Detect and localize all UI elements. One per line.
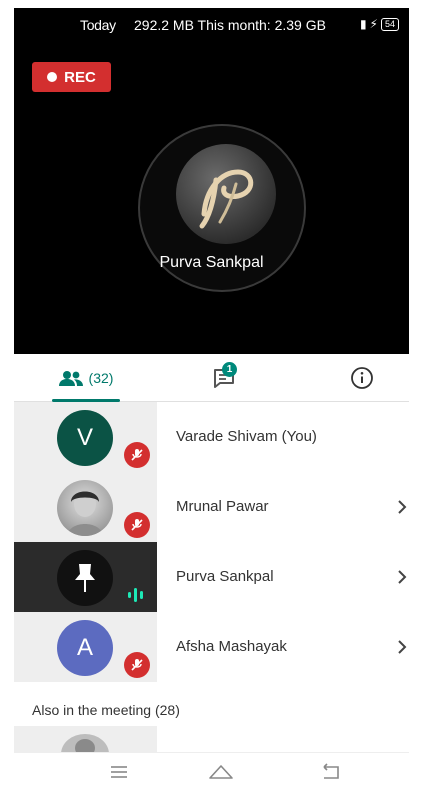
system-nav-bar <box>14 752 409 791</box>
active-speaker-name: Purva Sankpal <box>159 254 264 271</box>
mic-muted-icon <box>124 512 150 538</box>
info-icon <box>351 367 373 389</box>
avatar: A <box>57 620 113 676</box>
rec-label: REC <box>64 68 96 86</box>
participant-name: Varade Shivam (You) <box>176 428 317 445</box>
participant-name: Purva Sankpal <box>176 568 274 585</box>
chevron-right-icon[interactable] <box>395 568 409 586</box>
data-usage-text: 292.2 MB This month: 2.39 GB <box>134 17 326 33</box>
participant-tile: V <box>14 402 157 472</box>
participant-row[interactable]: Mrunal Pawar <box>14 472 409 542</box>
mic-muted-icon <box>124 652 150 678</box>
chat-unread-badge: 1 <box>222 362 237 377</box>
monogram-logo-icon <box>199 169 254 229</box>
back-icon[interactable] <box>320 763 342 781</box>
recording-badge: REC <box>32 62 111 92</box>
people-count: (32) <box>88 370 114 386</box>
status-bar: Today 292.2 MB This month: 2.39 GB ▮ ⚡ 5… <box>14 8 409 42</box>
signal-icon: ▮ <box>359 17 367 31</box>
participant-tile <box>14 542 157 612</box>
tab-info[interactable] <box>342 354 382 402</box>
chevron-right-icon[interactable] <box>395 498 409 516</box>
video-stage[interactable]: REC Purva Sankpal <box>14 42 409 354</box>
menu-icon[interactable] <box>109 763 129 781</box>
status-time: Today <box>80 17 116 33</box>
home-icon[interactable] <box>207 763 235 781</box>
people-icon <box>58 371 83 386</box>
participant-row[interactable]: V Varade Shivam (You) <box>14 402 409 472</box>
tab-people[interactable]: (32) <box>44 354 128 402</box>
tab-chat[interactable]: 1 <box>200 354 250 402</box>
participant-name: Mrunal Pawar <box>176 498 269 515</box>
participant-name: Afsha Mashayak <box>176 638 287 655</box>
section-header: Also in the meeting (28) <box>32 702 180 718</box>
participant-tile <box>14 472 157 542</box>
participant-tile: A <box>14 612 157 682</box>
battery-icon: 54 <box>380 17 399 31</box>
meeting-tabs: (32) 1 <box>14 354 409 402</box>
charging-icon: ⚡ <box>369 17 378 31</box>
status-icons: ▮ ⚡ 54 <box>360 17 399 31</box>
avatar: V <box>57 410 113 466</box>
participant-row[interactable]: A Afsha Mashayak <box>14 612 409 682</box>
record-dot-icon <box>47 72 58 82</box>
chevron-right-icon[interactable] <box>395 638 409 656</box>
speaking-indicator-icon <box>128 588 143 602</box>
speaker-avatar <box>176 144 276 244</box>
profile-photo-icon <box>67 491 103 536</box>
pin-icon <box>75 564 95 592</box>
mic-muted-icon <box>124 442 150 468</box>
avatar <box>57 550 113 606</box>
avatar <box>57 480 113 536</box>
participant-row[interactable]: Purva Sankpal <box>14 542 409 612</box>
phone-screen: Today 292.2 MB This month: 2.39 GB ▮ ⚡ 5… <box>14 8 409 791</box>
